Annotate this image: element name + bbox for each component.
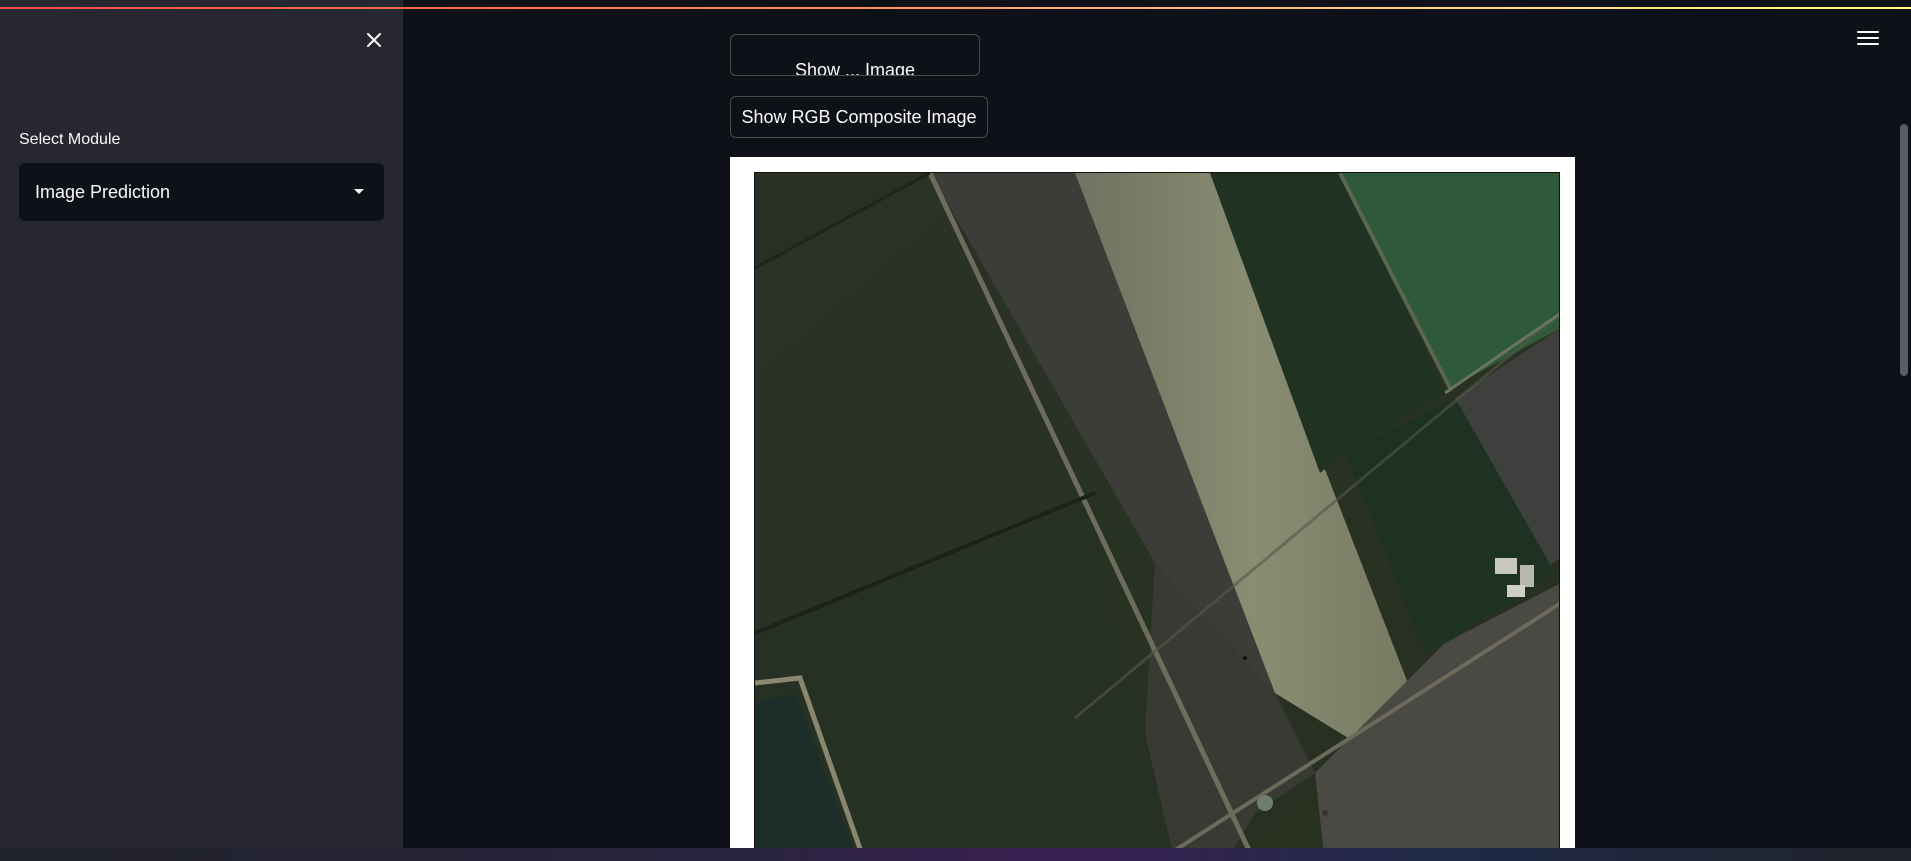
satellite-image-plot: [754, 172, 1560, 848]
module-select-value: Image Prediction: [35, 181, 171, 202]
chevron-down-icon: [354, 189, 364, 194]
show-rgb-composite-button[interactable]: Show RGB Composite Image: [730, 96, 988, 138]
rgb-composite-figure: [730, 157, 1575, 848]
close-icon: [367, 33, 381, 47]
select-module-label: Select Module: [19, 131, 121, 148]
show-image-button-partial[interactable]: Show ... Image: [730, 34, 980, 76]
taskbar-edge: [0, 848, 1911, 861]
top-decoration-bar: [0, 7, 1911, 9]
satellite-rgb-image: [755, 173, 1559, 848]
show-rgb-composite-button-label: Show RGB Composite Image: [741, 106, 977, 127]
sidebar: Select Module Image Prediction: [0, 0, 403, 848]
close-sidebar-button[interactable]: [360, 26, 388, 54]
scrollbar-thumb[interactable]: [1900, 124, 1908, 376]
show-image-button-label: Show ... Image: [794, 60, 916, 76]
main-scrollbar[interactable]: [1897, 0, 1911, 848]
hamburger-menu-icon[interactable]: [1857, 29, 1879, 47]
app-window: Select Module Image Prediction Show ... …: [0, 0, 1911, 848]
module-select[interactable]: Image Prediction: [19, 163, 384, 221]
main-content: Show ... Image Show RGB Composite Image: [403, 0, 1911, 848]
